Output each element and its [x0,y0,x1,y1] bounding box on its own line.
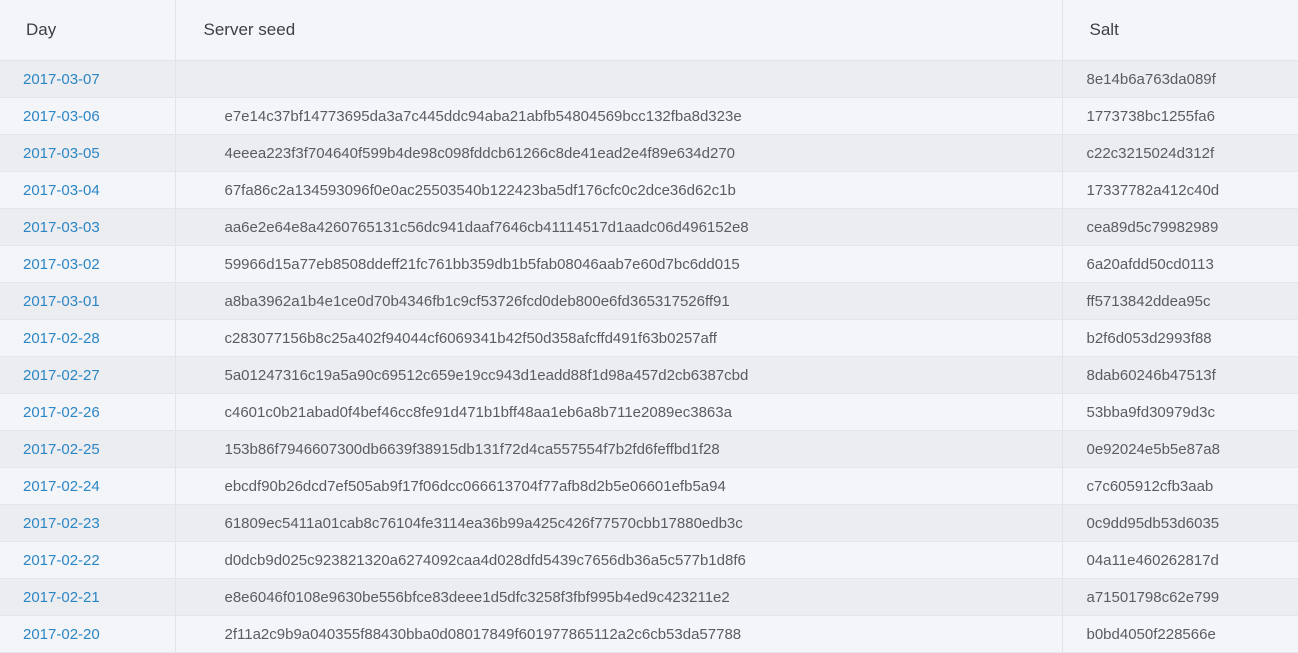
day-link[interactable]: 2017-03-04 [23,182,100,199]
table-row: 2017-02-28 c283077156b8c25a402f94044cf606… [0,319,1298,357]
table-body: 2017-03-07 8e14b6a763da089f 2017-03-06 e7e1… [0,60,1298,653]
table-row: 2017-03-03 aa6e2e64e8a4260765131c56dc941d… [0,208,1298,246]
table-row: 2017-03-07 8e14b6a763da089f [0,60,1298,98]
day-link[interactable]: 2017-02-22 [23,552,100,569]
day-cell: 2017-03-01 [0,282,176,320]
day-link[interactable]: 2017-02-20 [23,626,100,643]
table-row: 2017-02-22 d0dcb9d025c923821320a6274092ca… [0,541,1298,579]
table-row: 2017-02-26 c4601c0b21abad0f4bef46cc8fe91d… [0,393,1298,431]
server-seed-cell: aa6e2e64e8a4260765131c56dc941daaf7646cb4… [175,208,1063,246]
server-seed-cell: d0dcb9d025c923821320a6274092caa4d028dfd5… [175,541,1063,579]
day-cell: 2017-02-26 [0,393,176,431]
day-cell: 2017-02-20 [0,615,176,653]
server-seed-cell: 2f11a2c9b9a040355f88430bba0d08017849f601… [175,615,1063,653]
salt-cell: 0c9dd95db53d6035 [1062,504,1298,542]
salt-cell: 1773738bc1255fa6 [1062,97,1298,135]
salt-cell: c22c3215024d312f [1062,134,1298,172]
table-row: 2017-02-25 153b86f7946607300db6639f38915d… [0,430,1298,468]
day-cell: 2017-03-04 [0,171,176,209]
day-cell: 2017-03-03 [0,208,176,246]
day-link[interactable]: 2017-03-05 [23,145,100,162]
table-row: 2017-03-01 a8ba3962a1b4e1ce0d70b4346fb1c9… [0,282,1298,320]
salt-cell: a71501798c62e799 [1062,578,1298,616]
header-row: Day Server seed Salt [0,0,1298,61]
column-header-salt: Salt [1062,0,1298,61]
day-cell: 2017-02-23 [0,504,176,542]
day-cell: 2017-02-21 [0,578,176,616]
table-row: 2017-02-21 e8e6046f0108e9630be556bfce83de… [0,578,1298,616]
server-seed-cell: ebcdf90b26dcd7ef505ab9f17f06dcc066613704… [175,467,1063,505]
server-seed-cell: 61809ec5411a01cab8c76104fe3114ea36b99a42… [175,504,1063,542]
column-header-server-seed: Server seed [175,0,1063,61]
server-seed-cell: 5a01247316c19a5a90c69512c659e19cc943d1ea… [175,356,1063,394]
day-cell: 2017-03-02 [0,245,176,283]
table-row: 2017-02-24 ebcdf90b26dcd7ef505ab9f17f06dc… [0,467,1298,505]
table-header: Day Server seed Salt [0,0,1298,61]
day-cell: 2017-02-28 [0,319,176,357]
table-row: 2017-02-23 61809ec5411a01cab8c76104fe3114… [0,504,1298,542]
table-row: 2017-03-04 67fa86c2a134593096f0e0ac255035… [0,171,1298,209]
table-row: 2017-03-06 e7e14c37bf14773695da3a7c445ddc… [0,97,1298,135]
day-link[interactable]: 2017-03-01 [23,293,100,310]
salt-cell: c7c605912cfb3aab [1062,467,1298,505]
day-link[interactable]: 2017-03-02 [23,256,100,273]
seeds-table: Day Server seed Salt 2017-03-07 8e14b6a76… [0,0,1298,653]
salt-cell: cea89d5c79982989 [1062,208,1298,246]
salt-cell: 6a20afdd50cd0113 [1062,245,1298,283]
table-row: 2017-03-05 4eeea223f3f704640f599b4de98c09… [0,134,1298,172]
salt-cell: b0bd4050f228566e [1062,615,1298,653]
column-header-day: Day [0,0,176,61]
salt-cell: b2f6d053d2993f88 [1062,319,1298,357]
day-link[interactable]: 2017-03-03 [23,219,100,236]
day-cell: 2017-02-25 [0,430,176,468]
server-seed-cell: 67fa86c2a134593096f0e0ac25503540b122423b… [175,171,1063,209]
salt-cell: 0e92024e5b5e87a8 [1062,430,1298,468]
server-seed-cell: c283077156b8c25a402f94044cf6069341b42f50… [175,319,1063,357]
table-row: 2017-02-27 5a01247316c19a5a90c69512c659e1… [0,356,1298,394]
day-link[interactable]: 2017-02-24 [23,478,100,495]
day-link[interactable]: 2017-02-28 [23,330,100,347]
salt-cell: 8e14b6a763da089f [1062,60,1298,98]
table-row: 2017-03-02 59966d15a77eb8508ddeff21fc761b… [0,245,1298,283]
day-cell: 2017-03-06 [0,97,176,135]
salt-cell: 04a11e460262817d [1062,541,1298,579]
day-cell: 2017-03-05 [0,134,176,172]
day-link[interactable]: 2017-03-07 [23,71,100,88]
table-row: 2017-02-20 2f11a2c9b9a040355f88430bba0d08… [0,615,1298,653]
salt-cell: 53bba9fd30979d3c [1062,393,1298,431]
salt-cell: 8dab60246b47513f [1062,356,1298,394]
day-link[interactable]: 2017-03-06 [23,108,100,125]
server-seed-cell: e8e6046f0108e9630be556bfce83deee1d5dfc32… [175,578,1063,616]
salt-cell: 17337782a412c40d [1062,171,1298,209]
day-cell: 2017-02-22 [0,541,176,579]
server-seed-cell: 153b86f7946607300db6639f38915db131f72d4c… [175,430,1063,468]
server-seed-cell: c4601c0b21abad0f4bef46cc8fe91d471b1bff48… [175,393,1063,431]
day-cell: 2017-02-24 [0,467,176,505]
day-link[interactable]: 2017-02-26 [23,404,100,421]
day-cell: 2017-03-07 [0,60,176,98]
day-link[interactable]: 2017-02-27 [23,367,100,384]
day-cell: 2017-02-27 [0,356,176,394]
day-link[interactable]: 2017-02-25 [23,441,100,458]
day-link[interactable]: 2017-02-23 [23,515,100,532]
salt-cell: ff5713842ddea95c [1062,282,1298,320]
server-seed-cell: 59966d15a77eb8508ddeff21fc761bb359db1b5f… [175,245,1063,283]
server-seed-cell: e7e14c37bf14773695da3a7c445ddc94aba21abf… [175,97,1063,135]
day-link[interactable]: 2017-02-21 [23,589,100,606]
server-seed-cell [175,60,1063,98]
server-seed-cell: 4eeea223f3f704640f599b4de98c098fddcb6126… [175,134,1063,172]
server-seed-cell: a8ba3962a1b4e1ce0d70b4346fb1c9cf53726fcd… [175,282,1063,320]
